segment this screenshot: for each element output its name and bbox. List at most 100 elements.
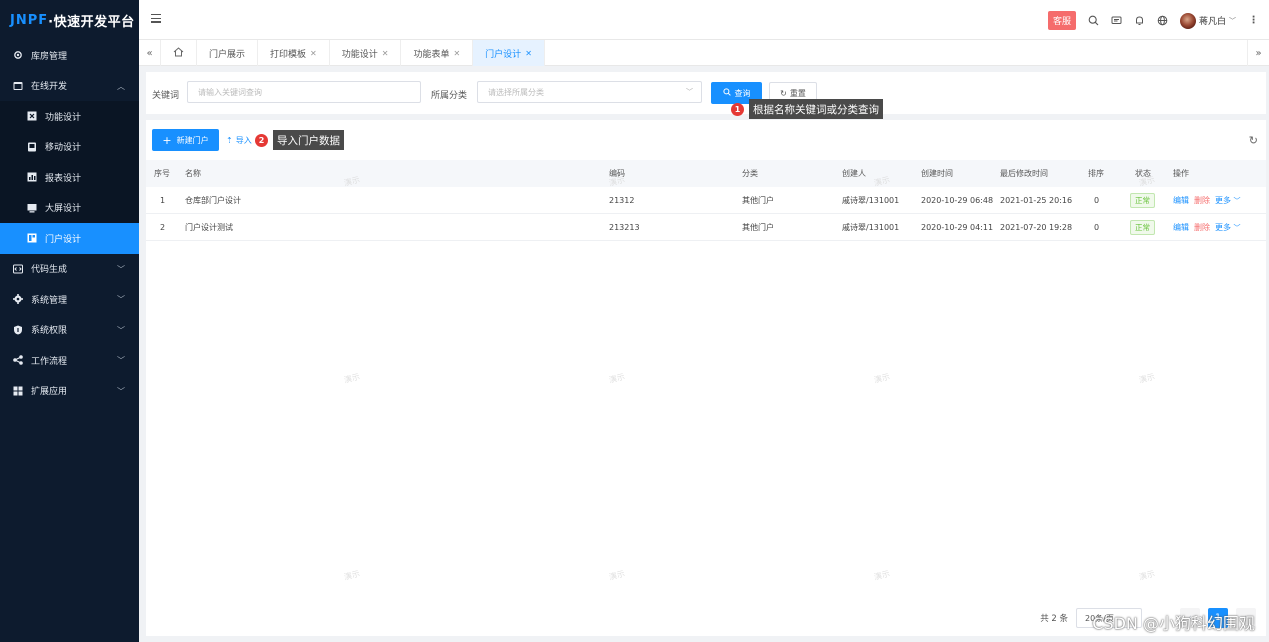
new-portal-label: 新建门户	[176, 135, 209, 145]
row-creator: 戚诗翠/131001	[842, 223, 900, 232]
sidebar-subitem-function-design[interactable]: 功能设计	[0, 101, 139, 132]
import-button[interactable]: ⇡ 导入	[226, 129, 252, 151]
sidebar-item-warehouse[interactable]: 库房管理	[0, 40, 139, 71]
delete-link[interactable]: 删除	[1194, 222, 1210, 233]
tabs-bar: « 门户展示 打印模板 ✕ 功能设计 ✕ 功能表单 ✕ 门户设计 ✕ »	[139, 40, 1269, 66]
gear-icon	[13, 294, 23, 305]
tab-function-form[interactable]: 功能表单 ✕	[401, 40, 474, 66]
category-placeholder: 请选择所属分类	[488, 87, 544, 97]
row-actions: 编辑 删除 更多 ﹀	[1173, 187, 1246, 214]
sidebar-item-label: 库房管理	[31, 51, 68, 62]
edit-link[interactable]: 编辑	[1173, 195, 1189, 206]
sidebar-subitem-report-design[interactable]: 报表设计	[0, 162, 139, 193]
table-header: 序号 名称 编码 分类 创建人 创建时间 最后修改时间 排序 状态 操作	[146, 160, 1266, 187]
category-select[interactable]: 请选择所属分类 ﹀	[477, 81, 702, 103]
sidebar-item-permission[interactable]: 系统权限 ﹀	[0, 315, 139, 346]
tab-portal-design[interactable]: 门户设计 ✕	[473, 40, 545, 66]
more-link[interactable]: 更多 ﹀	[1215, 222, 1241, 233]
tab-home[interactable]	[161, 40, 197, 66]
sidebar-subitem-label: 功能设计	[45, 112, 82, 123]
close-icon[interactable]: ✕	[310, 49, 317, 58]
row-code: 21312	[609, 196, 635, 205]
chevron-down-icon: ﹀	[117, 295, 125, 304]
sidebar-item-label: 扩展应用	[31, 387, 68, 398]
pager-total: 共 2 条	[1040, 614, 1068, 624]
sidebar-subitem-screen-design[interactable]: 大屏设计	[0, 192, 139, 223]
tab-function-design[interactable]: 功能设计 ✕	[330, 40, 402, 66]
watermark: 演示	[343, 372, 361, 385]
import-label: 导入	[235, 135, 252, 145]
watermark: 演示	[1138, 372, 1156, 385]
sidebar-subitem-mobile-design[interactable]: 移动设计	[0, 131, 139, 162]
globe-icon[interactable]	[1157, 15, 1168, 26]
bell-icon[interactable]	[1134, 15, 1145, 26]
sidebar-item-extensions[interactable]: 扩展应用 ﹀	[0, 376, 139, 407]
close-icon[interactable]: ✕	[382, 49, 389, 58]
row-modified: 2021-01-25 20:16	[1000, 196, 1073, 205]
edit-link[interactable]: 编辑	[1173, 222, 1189, 233]
col-header: 最后修改时间	[1000, 169, 1048, 178]
keyword-label: 关键词	[152, 91, 180, 101]
row-creator: 戚诗翠/131001	[842, 196, 900, 205]
col-header: 排序	[1088, 169, 1104, 178]
warehouse-icon	[13, 50, 23, 60]
col-header: 分类	[742, 169, 758, 178]
main-panel: + 新建门户 ⇡ 导入 ↻ 序号 名称 编码 分类 创建人 创建时间 最后修改时…	[146, 120, 1266, 636]
col-header: 名称	[185, 169, 201, 178]
chevron-down-icon: ﹀	[1233, 197, 1241, 205]
message-icon[interactable]	[1111, 15, 1122, 26]
user-menu[interactable]: 蒋凡白 ﹀	[1179, 12, 1236, 29]
watermark: 演示	[343, 569, 361, 582]
watermark: 演示	[608, 372, 626, 385]
table-row[interactable]: 1 仓库部门户设计 21312 其他门户 戚诗翠/131001 2020-10-…	[146, 187, 1266, 214]
sidebar-subitem-portal-design[interactable]: 门户设计	[0, 223, 139, 254]
table-row[interactable]: 2 门户设计测试 213213 其他门户 戚诗翠/131001 2020-10-…	[146, 214, 1266, 241]
tab-label: 功能表单	[413, 49, 450, 60]
sidebar-item-online-dev[interactable]: 在线开发 ︿	[0, 71, 139, 102]
sidebar-item-workflow[interactable]: 工作流程 ﹀	[0, 345, 139, 376]
menu-toggle-icon[interactable]	[151, 14, 161, 24]
chevron-down-icon: ﹀	[117, 264, 125, 274]
sidebar-item-code-gen[interactable]: 代码生成 ﹀	[0, 254, 139, 285]
tab-label: 门户展示	[209, 49, 246, 60]
tab-portal-display[interactable]: 门户展示	[197, 40, 259, 66]
keyword-placeholder: 请输入关键词查询	[198, 87, 262, 97]
row-sort: 0	[1094, 196, 1100, 205]
row-modified: 2021-07-20 19:28	[1000, 223, 1073, 232]
sidebar-item-label: 在线开发	[31, 82, 68, 93]
close-icon[interactable]: ✕	[525, 49, 532, 58]
watermark: 演示	[1138, 569, 1156, 582]
row-name: 门户设计测试	[185, 223, 233, 232]
logo-text: ·快速开发平台	[48, 14, 135, 30]
tab-print-template[interactable]: 打印模板 ✕	[258, 40, 330, 66]
row-status: 正常	[1130, 214, 1155, 241]
keyword-input[interactable]: 请输入关键词查询	[187, 81, 421, 103]
more-label: 更多	[1215, 223, 1231, 232]
logo-brand: JNPF	[10, 12, 49, 28]
shield-icon	[13, 325, 23, 335]
col-header: 创建人	[842, 169, 866, 178]
more-vertical-icon[interactable]: ⋮	[1248, 15, 1259, 26]
status-badge: 正常	[1130, 220, 1155, 235]
customer-service-button[interactable]: 客服	[1047, 11, 1076, 30]
screen-icon	[27, 203, 37, 213]
plus-icon: +	[162, 133, 172, 147]
portal-icon	[27, 233, 37, 243]
refresh-icon: ↻	[780, 88, 787, 98]
status-badge: 正常	[1130, 193, 1155, 208]
search-icon[interactable]	[1088, 15, 1099, 26]
category-label: 所属分类	[431, 91, 468, 101]
tabs-scroll-left-icon[interactable]: «	[139, 40, 161, 66]
chevron-down-icon: ﹀	[1233, 224, 1241, 232]
close-icon[interactable]: ✕	[453, 49, 460, 58]
sidebar-item-system[interactable]: 系统管理 ﹀	[0, 284, 139, 315]
refresh-icon[interactable]: ↻	[1249, 134, 1258, 147]
new-portal-button[interactable]: + 新建门户	[152, 129, 219, 151]
tabs-scroll-right-icon[interactable]: »	[1247, 40, 1269, 66]
annotation-badge-2: 2	[255, 134, 268, 147]
app-logo[interactable]: JNPF ·快速开发平台	[0, 0, 139, 40]
row-actions: 编辑 删除 更多 ﹀	[1173, 214, 1246, 241]
code-window-icon	[13, 81, 23, 91]
more-link[interactable]: 更多 ﹀	[1215, 195, 1241, 206]
delete-link[interactable]: 删除	[1194, 195, 1210, 206]
